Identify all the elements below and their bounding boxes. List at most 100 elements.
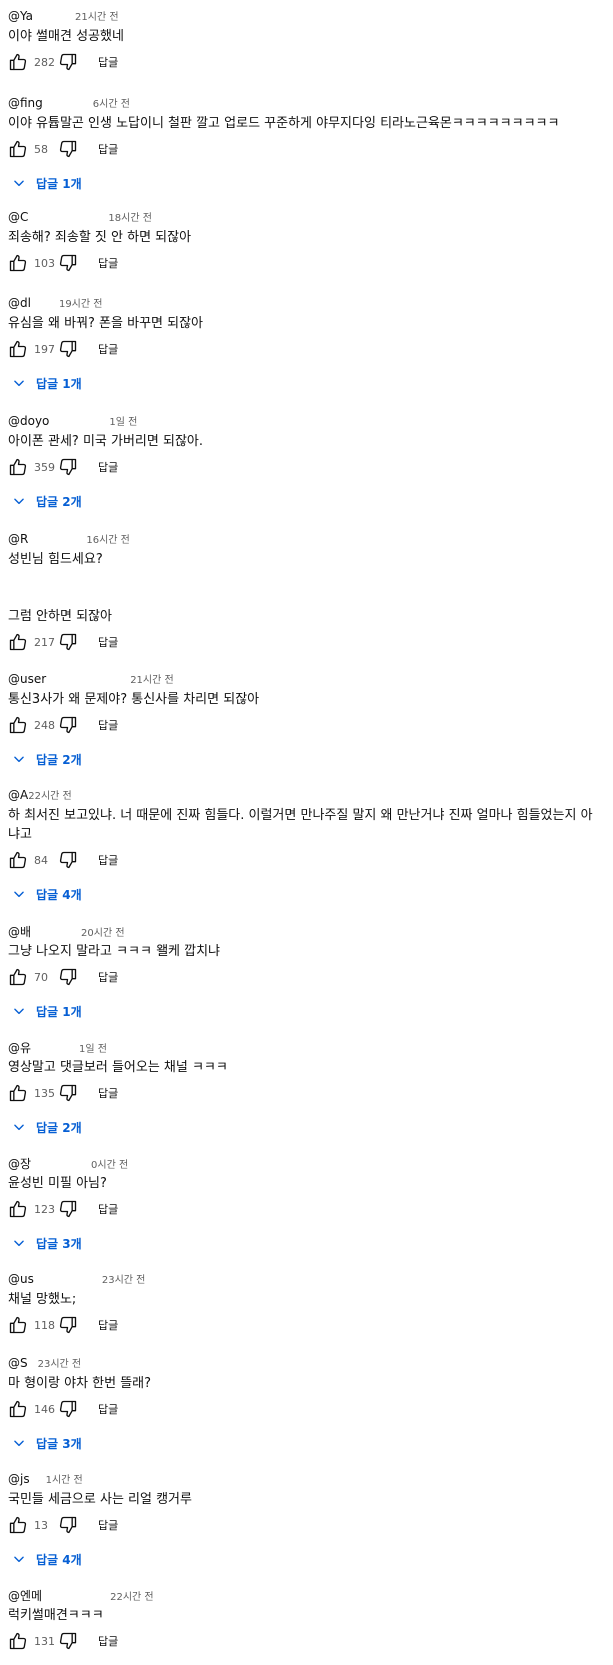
view-replies-button[interactable]: 답글 3개 <box>8 1429 605 1457</box>
comment-author[interactable]: @A <box>8 788 28 802</box>
comment-timestamp[interactable]: 22시간 전 <box>110 1588 154 1603</box>
reply-button[interactable]: 답글 <box>98 341 118 357</box>
reply-button[interactable]: 답글 <box>98 852 118 868</box>
dislike-icon[interactable] <box>58 339 78 359</box>
like-icon[interactable] <box>8 139 28 159</box>
dislike-icon[interactable] <box>58 967 78 987</box>
comment-author[interactable]: @doyo <box>8 414 49 428</box>
comment-author[interactable]: @엔메 <box>8 1587 42 1604</box>
comment-timestamp[interactable]: 22시간 전 <box>28 787 72 802</box>
comment-actions: 146 답글 <box>8 1397 605 1421</box>
dislike-icon[interactable] <box>58 253 78 273</box>
comment-actions: 13 답글 <box>8 1513 605 1537</box>
comment-author[interactable]: @Ya <box>8 9 33 23</box>
comment-author[interactable]: @js <box>8 1472 30 1486</box>
comment-author[interactable]: @fing <box>8 96 43 110</box>
comment-author[interactable]: @장 <box>8 1155 31 1172</box>
comment-actions: 197 답글 <box>8 337 605 361</box>
reply-button[interactable]: 답글 <box>98 255 118 271</box>
chevron-down-icon <box>12 1436 26 1450</box>
comment-timestamp[interactable]: 0시간 전 <box>91 1156 128 1171</box>
like-icon[interactable] <box>8 1315 28 1335</box>
comment-timestamp[interactable]: 18시간 전 <box>108 209 152 224</box>
comment-timestamp[interactable]: 19시간 전 <box>59 295 103 310</box>
chevron-down-icon <box>12 887 26 901</box>
dislike-icon[interactable] <box>58 1399 78 1419</box>
comment-timestamp[interactable]: 20시간 전 <box>81 924 125 939</box>
comment-timestamp[interactable]: 23시간 전 <box>102 1271 146 1286</box>
comment-timestamp[interactable]: 16시간 전 <box>86 531 130 546</box>
comment-author[interactable]: @user <box>8 672 46 686</box>
comment-author[interactable]: @유 <box>8 1039 31 1056</box>
comment-timestamp[interactable]: 21시간 전 <box>130 671 174 686</box>
reply-button[interactable]: 답글 <box>98 634 118 650</box>
dislike-icon[interactable] <box>58 1199 78 1219</box>
reply-button[interactable]: 답글 <box>98 969 118 985</box>
dislike-icon[interactable] <box>58 715 78 735</box>
like-icon[interactable] <box>8 52 28 72</box>
reply-button[interactable]: 답글 <box>98 1633 118 1649</box>
dislike-icon[interactable] <box>58 1631 78 1651</box>
like-icon[interactable] <box>8 339 28 359</box>
view-replies-button[interactable]: 답글 1개 <box>8 369 605 397</box>
like-icon[interactable] <box>8 253 28 273</box>
comment-timestamp[interactable]: 23시간 전 <box>38 1355 82 1370</box>
replies-label: 답글 2개 <box>36 752 82 767</box>
comment-author[interactable]: @us <box>8 1272 34 1286</box>
like-icon[interactable] <box>8 1399 28 1419</box>
reply-button[interactable]: 답글 <box>98 54 118 70</box>
dislike-icon[interactable] <box>58 1315 78 1335</box>
like-count: 118 <box>34 1318 55 1332</box>
like-icon[interactable] <box>8 632 28 652</box>
comment-text: 영상말고 댓글보러 들어오는 채널 ㅋㅋㅋ <box>8 1060 228 1075</box>
comment-author[interactable]: @C <box>8 210 28 224</box>
reply-button[interactable]: 답글 <box>98 717 118 733</box>
comment-timestamp[interactable]: 1일 전 <box>79 1040 107 1055</box>
reply-button[interactable]: 답글 <box>98 1317 118 1333</box>
reply-button[interactable]: 답글 <box>98 1201 118 1217</box>
reply-button[interactable]: 답글 <box>98 1517 118 1533</box>
comment-text: 아이폰 관세? 미국 가버리면 되잖아. <box>8 434 204 449</box>
like-icon[interactable] <box>8 1083 28 1103</box>
view-replies-button[interactable]: 답글 2개 <box>8 745 605 773</box>
comment-text: 이야 썰매견 성공했네 <box>8 29 124 44</box>
comment-timestamp[interactable]: 6시간 전 <box>93 95 130 110</box>
dislike-icon[interactable] <box>58 632 78 652</box>
view-replies-button[interactable]: 답글 1개 <box>8 997 605 1025</box>
dislike-icon[interactable] <box>58 850 78 870</box>
like-count: 58 <box>34 142 48 156</box>
view-replies-button[interactable]: 답글 4개 <box>8 1545 605 1573</box>
view-replies-button[interactable]: 답글 2개 <box>8 1113 605 1141</box>
dislike-icon[interactable] <box>58 1515 78 1535</box>
view-replies-button[interactable]: 답글 4개 <box>8 880 605 908</box>
comment-timestamp[interactable]: 1일 전 <box>109 413 137 428</box>
view-replies-button[interactable]: 답글 3개 <box>8 1229 605 1257</box>
comment-author[interactable]: @배 <box>8 923 31 940</box>
comment-header: @js 1시간 전 <box>8 1471 605 1489</box>
reply-button[interactable]: 답글 <box>98 1085 118 1101</box>
like-count: 282 <box>34 55 55 69</box>
reply-button[interactable]: 답글 <box>98 141 118 157</box>
dislike-icon[interactable] <box>58 52 78 72</box>
reply-button[interactable]: 답글 <box>98 1401 118 1417</box>
like-icon[interactable] <box>8 715 28 735</box>
view-replies-button[interactable]: 답글 1개 <box>8 169 605 197</box>
like-icon[interactable] <box>8 850 28 870</box>
dislike-icon[interactable] <box>58 1083 78 1103</box>
like-icon[interactable] <box>8 1631 28 1651</box>
like-icon[interactable] <box>8 967 28 987</box>
reply-button[interactable]: 답글 <box>98 459 118 475</box>
like-count: 13 <box>34 1518 48 1532</box>
comment-author[interactable]: @S <box>8 1356 28 1370</box>
comment-author[interactable]: @dl <box>8 296 31 310</box>
dislike-icon[interactable] <box>58 139 78 159</box>
like-icon[interactable] <box>8 1515 28 1535</box>
comment-author[interactable]: @R <box>8 532 28 546</box>
dislike-icon[interactable] <box>58 457 78 477</box>
comment-header: @S 23시간 전 <box>8 1355 605 1373</box>
comment-timestamp[interactable]: 1시간 전 <box>46 1471 83 1486</box>
comment-timestamp[interactable]: 21시간 전 <box>75 8 119 23</box>
like-icon[interactable] <box>8 1199 28 1219</box>
like-icon[interactable] <box>8 457 28 477</box>
view-replies-button[interactable]: 답글 2개 <box>8 487 605 515</box>
